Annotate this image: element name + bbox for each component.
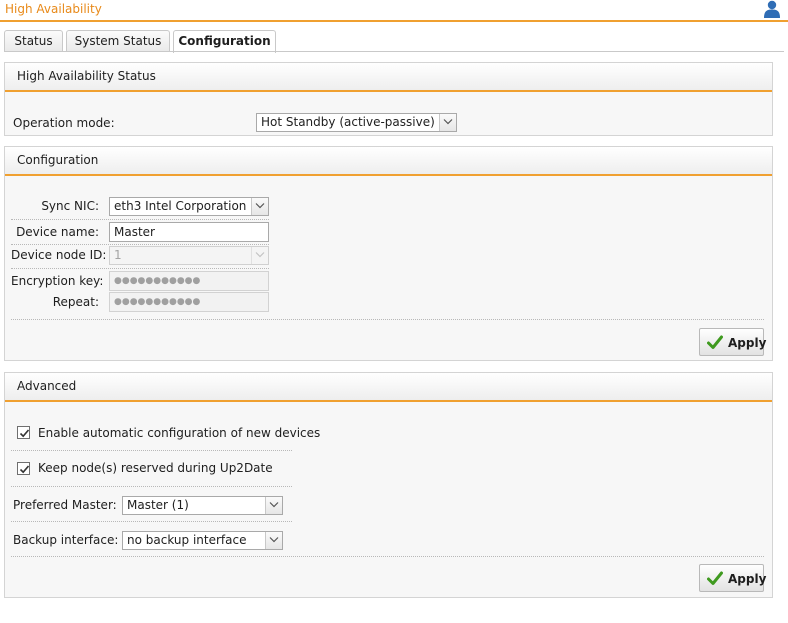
device-node-id-select: 1 bbox=[109, 246, 269, 265]
apply-button[interactable]: Apply bbox=[699, 328, 767, 356]
encryption-key-label: Encryption key: bbox=[11, 274, 104, 288]
advanced-apply-button[interactable]: Apply bbox=[699, 564, 767, 592]
configuration-panel: Configuration Sync NIC: eth3 Intel Corpo… bbox=[4, 146, 773, 361]
encryption-key-input: ●●●●●●●●●●● bbox=[109, 271, 269, 291]
device-name-label: Device name: bbox=[16, 225, 99, 239]
tab-configuration[interactable]: Configuration bbox=[173, 30, 276, 53]
top-bar: High Availability bbox=[0, 0, 788, 22]
backup-interface-select[interactable]: no backup interface bbox=[122, 531, 283, 550]
chevron-down-icon bbox=[439, 114, 456, 131]
advanced-header: Advanced bbox=[5, 373, 772, 402]
sync-nic-select[interactable]: eth3 Intel Corporation I211 bbox=[109, 197, 269, 216]
divider bbox=[11, 556, 764, 557]
keep-reserved-checkbox[interactable] bbox=[17, 462, 30, 475]
preferred-master-label: Preferred Master: bbox=[13, 498, 117, 512]
keep-reserved-label: Keep node(s) reserved during Up2Date bbox=[38, 461, 273, 475]
tab-divider bbox=[4, 51, 784, 52]
divider bbox=[11, 268, 269, 269]
tab-system-status[interactable]: System Status bbox=[66, 30, 170, 52]
advanced-panel: Advanced Enable automatic configuration … bbox=[4, 372, 773, 598]
chevron-down-icon bbox=[265, 532, 282, 549]
chevron-down-icon bbox=[251, 247, 268, 264]
divider bbox=[11, 521, 292, 522]
chevron-down-icon bbox=[265, 497, 282, 514]
operation-mode-select[interactable]: Hot Standby (active-passive) bbox=[256, 113, 457, 132]
checkmark-icon bbox=[707, 571, 723, 589]
repeat-key-input: ●●●●●●●●●●● bbox=[109, 292, 269, 312]
preferred-master-value: Master (1) bbox=[127, 498, 189, 512]
sync-nic-label: Sync NIC: bbox=[41, 199, 99, 213]
sync-nic-value: eth3 Intel Corporation I211 bbox=[114, 199, 269, 213]
checkmark-icon bbox=[707, 335, 723, 353]
operation-mode-value: Hot Standby (active-passive) bbox=[261, 115, 435, 129]
apply-button-label: Apply bbox=[728, 336, 767, 350]
backup-interface-value: no backup interface bbox=[127, 533, 247, 547]
device-node-id-value: 1 bbox=[114, 248, 122, 262]
divider bbox=[11, 219, 269, 220]
tab-status[interactable]: Status bbox=[4, 30, 63, 52]
configuration-header: Configuration bbox=[5, 147, 772, 176]
operation-mode-label: Operation mode: bbox=[13, 116, 115, 130]
ha-status-header: High Availability Status bbox=[5, 63, 772, 92]
device-name-input[interactable]: Master bbox=[109, 222, 269, 242]
apply-button-label: Apply bbox=[728, 572, 767, 586]
divider bbox=[11, 450, 292, 451]
auto-config-checkbox[interactable] bbox=[17, 426, 30, 439]
preferred-master-select[interactable]: Master (1) bbox=[122, 496, 283, 515]
divider bbox=[11, 244, 269, 245]
auto-config-label: Enable automatic configuration of new de… bbox=[38, 426, 321, 440]
divider bbox=[11, 319, 764, 320]
divider bbox=[11, 486, 292, 487]
chevron-down-icon bbox=[251, 198, 268, 215]
device-node-id-label: Device node ID: bbox=[11, 248, 107, 262]
backup-interface-label: Backup interface: bbox=[13, 533, 119, 547]
ha-status-panel: High Availability Status Operation mode:… bbox=[4, 62, 773, 136]
repeat-label: Repeat: bbox=[52, 295, 99, 309]
app-title: High Availability bbox=[5, 2, 102, 16]
user-icon[interactable] bbox=[763, 0, 781, 21]
